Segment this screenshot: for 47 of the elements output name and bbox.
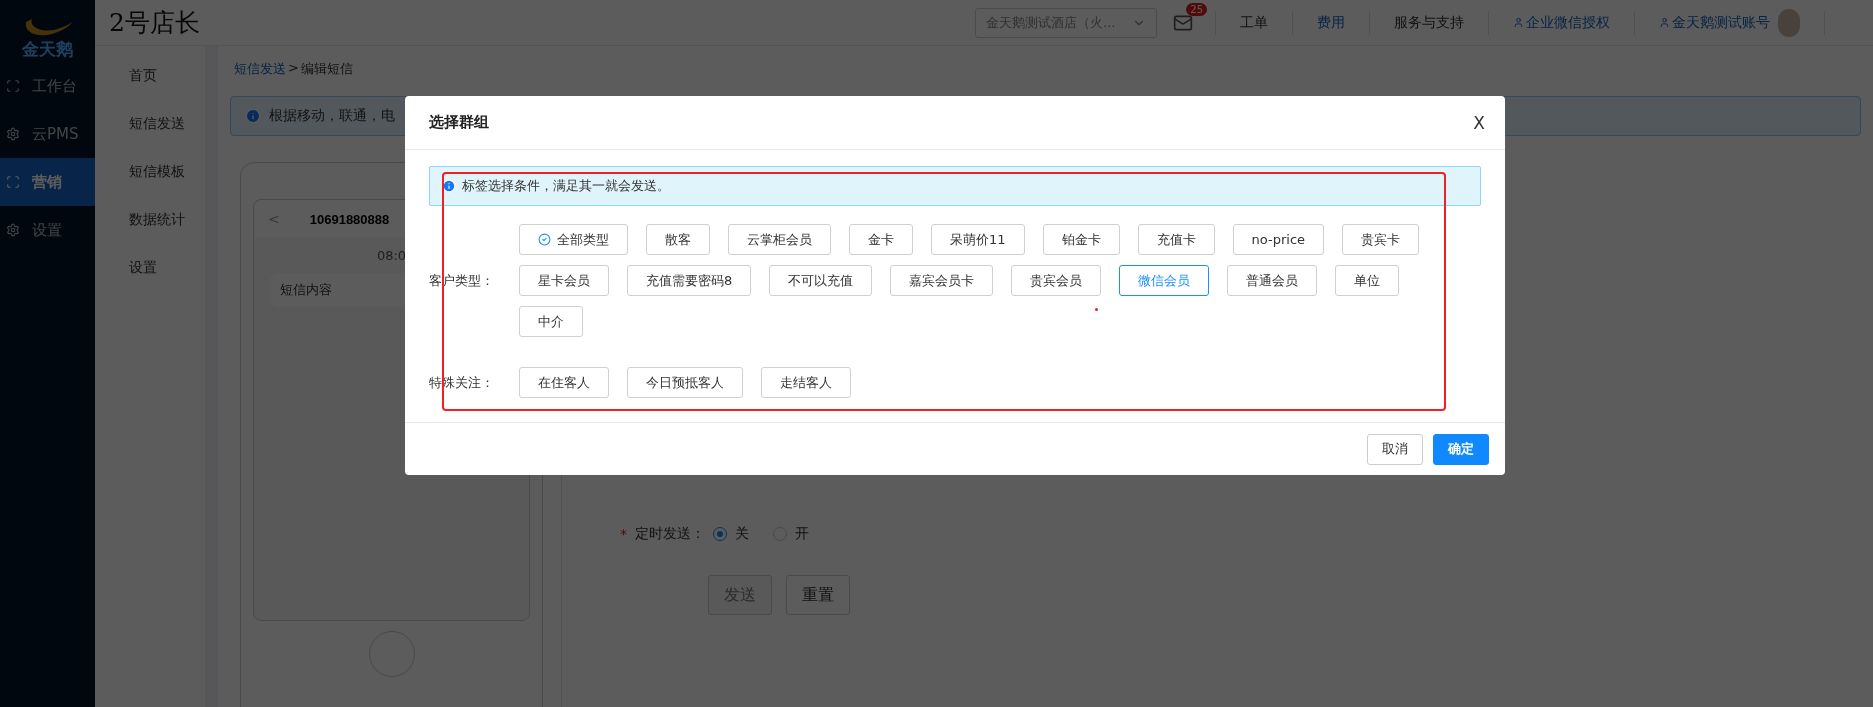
check-circle-icon [538, 233, 551, 246]
tag-option[interactable]: 云掌柜会员 [728, 224, 831, 255]
tag-option[interactable]: 金卡 [849, 224, 913, 255]
settings-icon [6, 127, 20, 141]
user-icon [1513, 17, 1524, 28]
tag-option[interactable]: 全部类型 [519, 224, 628, 255]
tag-option[interactable]: 在住客人 [519, 367, 609, 398]
tag-option[interactable]: 走结客人 [761, 367, 851, 398]
info-icon [245, 108, 261, 124]
tag-option[interactable]: 普通会员 [1227, 265, 1318, 296]
tag-option[interactable]: 充值需要密码8 [627, 265, 752, 296]
tag-option[interactable]: 贵宾卡 [1342, 224, 1420, 255]
scan-icon [6, 175, 20, 189]
scan-icon [6, 79, 20, 93]
alert-text: 根据移动，联通，电 [269, 107, 395, 125]
avatar [1778, 8, 1800, 37]
tag-option[interactable]: 不可以充值 [769, 265, 873, 296]
user-icon [1659, 17, 1670, 28]
tag-option[interactable]: 呆萌价11 [931, 224, 1025, 255]
modal-title: 选择群组 [429, 113, 489, 132]
tag-option[interactable]: 单位 [1335, 265, 1400, 296]
tag-option[interactable]: 铂金卡 [1042, 224, 1120, 255]
settings-icon [6, 223, 20, 237]
radio-label: 开 [795, 525, 809, 543]
tag-option[interactable]: 散客 [646, 224, 710, 255]
annotation-dot [1095, 308, 1098, 311]
info-icon [442, 179, 456, 193]
breadcrumb-separator: > [288, 60, 299, 77]
tag-option[interactable]: 贵宾会员 [1011, 265, 1102, 296]
breadcrumb-current: 编辑短信 [300, 60, 353, 78]
tag-option[interactable]: 中介 [519, 306, 583, 337]
tag-option[interactable]: no-price [1232, 224, 1325, 255]
field-label: 定时发送： [635, 525, 705, 543]
cancel-button[interactable]: 取消 [1367, 433, 1423, 465]
notification-badge: 25 [1186, 2, 1207, 16]
alert-text: 标签选择条件，满足其一就会发送。 [462, 177, 670, 195]
tag-option[interactable]: 今日预抵客人 [627, 367, 743, 398]
close-button[interactable]: X [1473, 112, 1485, 133]
phone-number: 10691880888 [309, 211, 390, 227]
tag-option[interactable]: 充值卡 [1137, 224, 1215, 255]
radio-label: 关 [735, 525, 749, 543]
brand-title: 2号店长 [109, 7, 200, 39]
required-mark: * [620, 526, 627, 542]
tag-option[interactable]: 星卡会员 [519, 265, 609, 296]
message-time: 08:0 [375, 248, 408, 263]
logo-text: 金天鹅 [22, 40, 73, 58]
tag-option[interactable]: 嘉宾会员卡 [890, 265, 994, 296]
